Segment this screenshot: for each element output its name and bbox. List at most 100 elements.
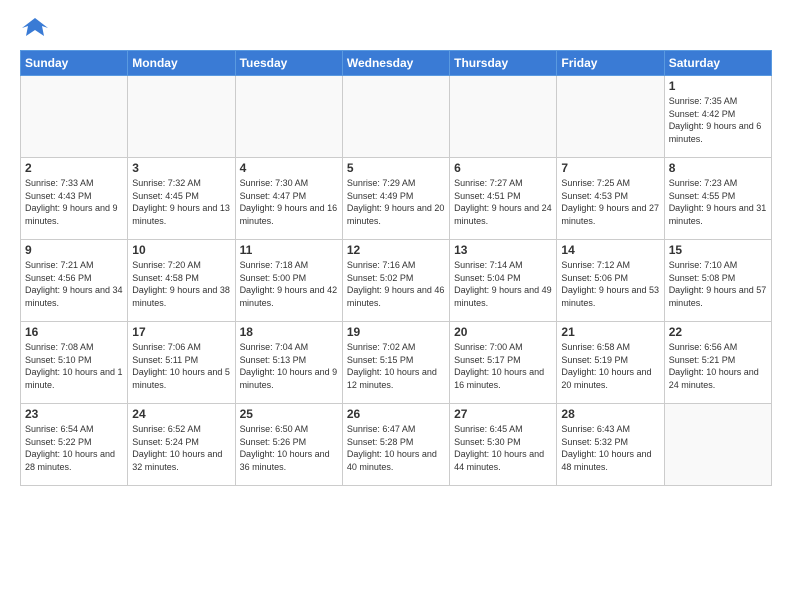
day-detail: Sunrise: 7:32 AM Sunset: 4:45 PM Dayligh… [132,177,230,227]
calendar-cell: 19Sunrise: 7:02 AM Sunset: 5:15 PM Dayli… [342,322,449,404]
day-detail: Sunrise: 6:56 AM Sunset: 5:21 PM Dayligh… [669,341,767,391]
week-row-0: 1 Sunrise: 7:35 AM Sunset: 4:42 PM Daylig… [21,76,772,158]
calendar-cell: 3 Sunrise: 7:32 AM Sunset: 4:45 PM Daylig… [128,158,235,240]
day-detail: Sunrise: 7:33 AM Sunset: 4:43 PM Dayligh… [25,177,123,227]
weekday-header-saturday: Saturday [664,51,771,76]
page: SundayMondayTuesdayWednesdayThursdayFrid… [0,0,792,612]
calendar-cell [664,404,771,486]
week-row-1: 2 Sunrise: 7:33 AM Sunset: 4:43 PM Daylig… [21,158,772,240]
calendar-cell: 11 Sunrise: 7:18 AM Sunset: 5:00 PM Dayli… [235,240,342,322]
day-detail: Sunrise: 7:30 AM Sunset: 4:47 PM Dayligh… [240,177,338,227]
calendar-cell: 14 Sunrise: 7:12 AM Sunset: 5:06 PM Dayli… [557,240,664,322]
day-number: 26 [347,407,445,421]
calendar-table: SundayMondayTuesdayWednesdayThursdayFrid… [20,50,772,486]
day-detail: Sunrise: 7:00 AM Sunset: 5:17 PM Dayligh… [454,341,552,391]
calendar-cell: 10 Sunrise: 7:20 AM Sunset: 4:58 PM Dayli… [128,240,235,322]
day-detail: Sunrise: 7:27 AM Sunset: 4:51 PM Dayligh… [454,177,552,227]
day-number: 14 [561,243,659,257]
day-number: 10 [132,243,230,257]
calendar-cell: 4 Sunrise: 7:30 AM Sunset: 4:47 PM Daylig… [235,158,342,240]
calendar-cell: 21 Sunrise: 6:58 AM Sunset: 5:19 PM Dayli… [557,322,664,404]
day-detail: Sunrise: 7:12 AM Sunset: 5:06 PM Dayligh… [561,259,659,309]
day-detail: Sunrise: 7:29 AM Sunset: 4:49 PM Dayligh… [347,177,445,227]
day-detail: Sunrise: 7:02 AM Sunset: 5:15 PM Dayligh… [347,341,445,391]
day-number: 1 [669,79,767,93]
calendar-cell: 2 Sunrise: 7:33 AM Sunset: 4:43 PM Daylig… [21,158,128,240]
calendar-cell: 23 Sunrise: 6:54 AM Sunset: 5:22 PM Dayli… [21,404,128,486]
calendar-cell: 6 Sunrise: 7:27 AM Sunset: 4:51 PM Daylig… [450,158,557,240]
weekday-header-tuesday: Tuesday [235,51,342,76]
day-number: 16 [25,325,123,339]
day-detail: Sunrise: 7:16 AM Sunset: 5:02 PM Dayligh… [347,259,445,309]
calendar-cell: 28 Sunrise: 6:43 AM Sunset: 5:32 PM Dayli… [557,404,664,486]
day-number: 12 [347,243,445,257]
day-number: 28 [561,407,659,421]
day-number: 22 [669,325,767,339]
weekday-header-sunday: Sunday [21,51,128,76]
day-detail: Sunrise: 7:06 AM Sunset: 5:11 PM Dayligh… [132,341,230,391]
day-number: 7 [561,161,659,175]
calendar-cell: 27 Sunrise: 6:45 AM Sunset: 5:30 PM Dayli… [450,404,557,486]
day-detail: Sunrise: 7:18 AM Sunset: 5:00 PM Dayligh… [240,259,338,309]
weekday-header-thursday: Thursday [450,51,557,76]
calendar-cell: 24Sunrise: 6:52 AM Sunset: 5:24 PM Dayli… [128,404,235,486]
weekday-header-wednesday: Wednesday [342,51,449,76]
day-detail: Sunrise: 6:45 AM Sunset: 5:30 PM Dayligh… [454,423,552,473]
calendar-cell: 8 Sunrise: 7:23 AM Sunset: 4:55 PM Daylig… [664,158,771,240]
day-number: 17 [132,325,230,339]
logo [20,16,48,40]
calendar-cell: 26 Sunrise: 6:47 AM Sunset: 5:28 PM Dayli… [342,404,449,486]
day-detail: Sunrise: 6:43 AM Sunset: 5:32 PM Dayligh… [561,423,659,473]
calendar-cell: 20 Sunrise: 7:00 AM Sunset: 5:17 PM Dayli… [450,322,557,404]
day-number: 5 [347,161,445,175]
calendar-cell: 5 Sunrise: 7:29 AM Sunset: 4:49 PM Daylig… [342,158,449,240]
week-row-2: 9 Sunrise: 7:21 AM Sunset: 4:56 PM Daylig… [21,240,772,322]
day-detail: Sunrise: 7:25 AM Sunset: 4:53 PM Dayligh… [561,177,659,227]
day-detail: Sunrise: 6:47 AM Sunset: 5:28 PM Dayligh… [347,423,445,473]
day-detail: Sunrise: 6:58 AM Sunset: 5:19 PM Dayligh… [561,341,659,391]
day-number: 23 [25,407,123,421]
calendar-cell: 13Sunrise: 7:14 AM Sunset: 5:04 PM Dayli… [450,240,557,322]
day-number: 9 [25,243,123,257]
day-detail: Sunrise: 7:23 AM Sunset: 4:55 PM Dayligh… [669,177,767,227]
calendar-cell: 7 Sunrise: 7:25 AM Sunset: 4:53 PM Daylig… [557,158,664,240]
day-number: 20 [454,325,552,339]
calendar-cell [128,76,235,158]
day-detail: Sunrise: 7:35 AM Sunset: 4:42 PM Dayligh… [669,95,767,145]
calendar-cell: 25 Sunrise: 6:50 AM Sunset: 5:26 PM Dayli… [235,404,342,486]
calendar-cell [342,76,449,158]
day-detail: Sunrise: 7:20 AM Sunset: 4:58 PM Dayligh… [132,259,230,309]
day-detail: Sunrise: 6:54 AM Sunset: 5:22 PM Dayligh… [25,423,123,473]
calendar-cell [450,76,557,158]
day-number: 3 [132,161,230,175]
day-detail: Sunrise: 7:21 AM Sunset: 4:56 PM Dayligh… [25,259,123,309]
calendar-cell: 18 Sunrise: 7:04 AM Sunset: 5:13 PM Dayli… [235,322,342,404]
day-number: 13 [454,243,552,257]
day-number: 11 [240,243,338,257]
day-number: 8 [669,161,767,175]
day-number: 6 [454,161,552,175]
day-detail: Sunrise: 7:04 AM Sunset: 5:13 PM Dayligh… [240,341,338,391]
calendar-cell: 9 Sunrise: 7:21 AM Sunset: 4:56 PM Daylig… [21,240,128,322]
calendar-cell: 15 Sunrise: 7:10 AM Sunset: 5:08 PM Dayli… [664,240,771,322]
day-number: 2 [25,161,123,175]
weekday-header-friday: Friday [557,51,664,76]
calendar-cell [21,76,128,158]
day-detail: Sunrise: 6:50 AM Sunset: 5:26 PM Dayligh… [240,423,338,473]
day-number: 27 [454,407,552,421]
calendar-cell [557,76,664,158]
day-number: 4 [240,161,338,175]
calendar-cell [235,76,342,158]
week-row-3: 16Sunrise: 7:08 AM Sunset: 5:10 PM Dayli… [21,322,772,404]
weekday-header-row: SundayMondayTuesdayWednesdayThursdayFrid… [21,51,772,76]
weekday-header-monday: Monday [128,51,235,76]
calendar-cell: 1 Sunrise: 7:35 AM Sunset: 4:42 PM Daylig… [664,76,771,158]
week-row-4: 23 Sunrise: 6:54 AM Sunset: 5:22 PM Dayli… [21,404,772,486]
day-number: 15 [669,243,767,257]
header [20,16,772,40]
day-detail: Sunrise: 7:10 AM Sunset: 5:08 PM Dayligh… [669,259,767,309]
day-number: 25 [240,407,338,421]
day-number: 24 [132,407,230,421]
day-number: 18 [240,325,338,339]
day-number: 21 [561,325,659,339]
